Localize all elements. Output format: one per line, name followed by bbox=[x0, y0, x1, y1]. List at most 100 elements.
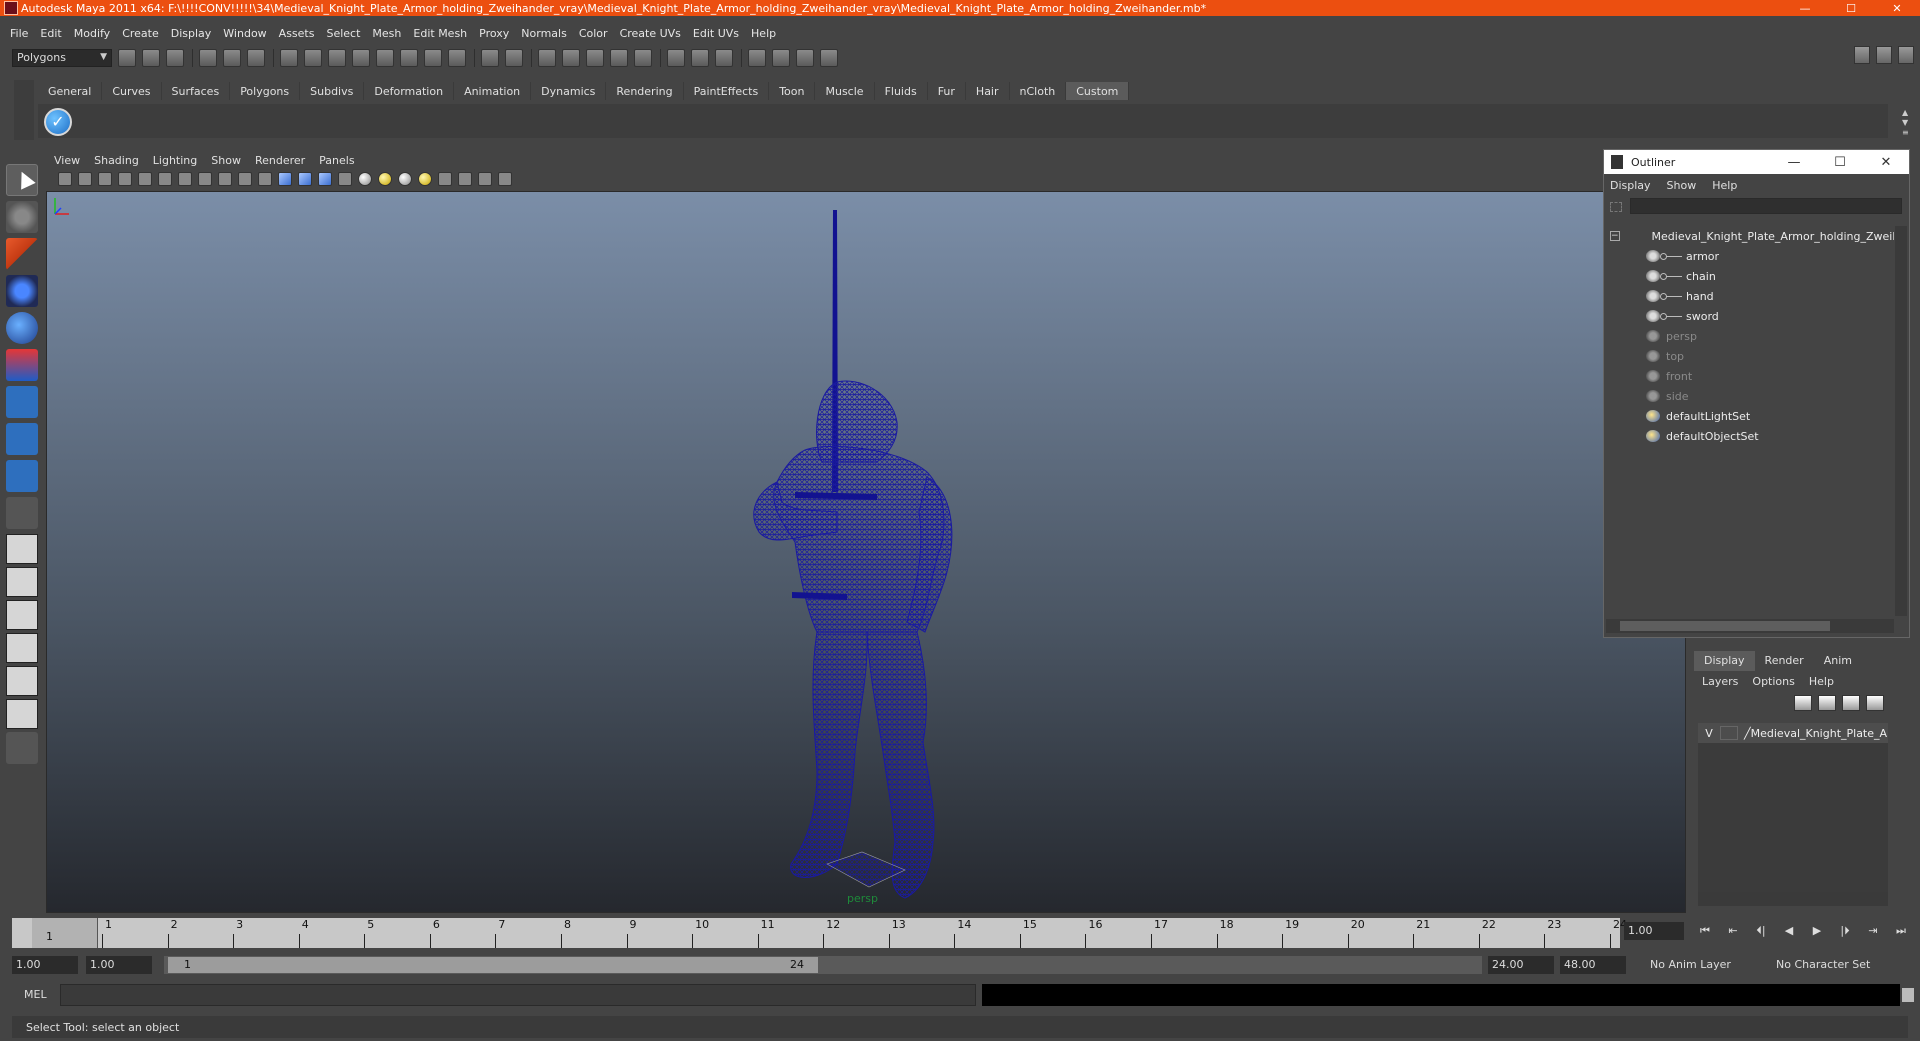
play-forwards-icon[interactable]: ▶ bbox=[1806, 924, 1828, 942]
textured-icon[interactable] bbox=[338, 172, 352, 186]
camera-attributes-icon[interactable] bbox=[78, 172, 92, 186]
menu-select[interactable]: Select bbox=[326, 27, 360, 40]
outliner-minimize-button[interactable]: — bbox=[1771, 155, 1817, 170]
gate-mask-icon[interactable] bbox=[198, 172, 212, 186]
shelf-tab-hair[interactable]: Hair bbox=[966, 82, 1010, 100]
all-lights-icon[interactable] bbox=[378, 172, 392, 186]
outliner-item-side[interactable]: side bbox=[1604, 386, 1894, 406]
select-tool-icon[interactable] bbox=[6, 164, 38, 196]
menu-create[interactable]: Create bbox=[122, 27, 159, 40]
layer-tab-anim[interactable]: Anim bbox=[1814, 651, 1862, 671]
show-manipulator-icon[interactable] bbox=[6, 460, 38, 492]
filter-options-icon[interactable] bbox=[1610, 202, 1622, 212]
select-camera-icon[interactable] bbox=[58, 172, 72, 186]
image-plane-icon[interactable] bbox=[118, 172, 132, 186]
maximize-button[interactable]: ☐ bbox=[1828, 0, 1874, 16]
menu-assets[interactable]: Assets bbox=[279, 27, 315, 40]
panel-menu-renderer[interactable]: Renderer bbox=[255, 154, 305, 167]
current-frame-marker[interactable]: 1 bbox=[32, 918, 98, 948]
rotate-tool-icon[interactable] bbox=[6, 312, 38, 344]
scrollbar-thumb[interactable] bbox=[1620, 621, 1830, 631]
outliner-menu-show[interactable]: Show bbox=[1667, 179, 1697, 192]
universal-manipulator-icon[interactable] bbox=[6, 386, 38, 418]
play-backwards-icon[interactable]: ◀ bbox=[1778, 924, 1800, 942]
outliner-close-button[interactable]: ✕ bbox=[1863, 155, 1909, 170]
shelf-tab-deformation[interactable]: Deformation bbox=[364, 82, 455, 100]
step-back-frame-icon[interactable]: ⏴| bbox=[1750, 924, 1772, 942]
xray-joints-icon[interactable] bbox=[478, 172, 492, 186]
snap-view-plane-icon[interactable] bbox=[610, 49, 628, 67]
make-live-icon[interactable] bbox=[634, 49, 652, 67]
wireframe-icon[interactable] bbox=[278, 172, 292, 186]
menu-color[interactable]: Color bbox=[579, 27, 608, 40]
snap-grid-icon[interactable] bbox=[538, 49, 556, 67]
layer-row[interactable]: V ╱ Medieval_Knight_Plate_A bbox=[1698, 723, 1888, 743]
ipr-render-icon[interactable] bbox=[796, 49, 814, 67]
layer-menu-options[interactable]: Options bbox=[1752, 675, 1794, 688]
layer-visibility-toggle[interactable]: V bbox=[1698, 727, 1720, 740]
collapse-icon[interactable]: − bbox=[1610, 231, 1620, 241]
menu-edit-mesh[interactable]: Edit Mesh bbox=[413, 27, 467, 40]
mask-rendering-icon[interactable] bbox=[424, 49, 442, 67]
layer-horizontal-scrollbar[interactable] bbox=[1698, 892, 1888, 906]
create-layer-from-selection-icon[interactable] bbox=[1866, 695, 1884, 711]
step-forward-key-icon[interactable]: ⇥ bbox=[1862, 924, 1884, 942]
shelf-tab-painteffects[interactable]: PaintEffects bbox=[684, 82, 770, 100]
last-tool-icon[interactable] bbox=[6, 497, 38, 529]
move-tool-icon[interactable] bbox=[6, 275, 38, 307]
select-object-icon[interactable] bbox=[223, 49, 241, 67]
snap-point-icon[interactable] bbox=[586, 49, 604, 67]
menu-window[interactable]: Window bbox=[223, 27, 266, 40]
mask-joints-icon[interactable] bbox=[304, 49, 322, 67]
outliner-item-defaultobjectset[interactable]: defaultObjectSet bbox=[1604, 426, 1894, 446]
command-input[interactable] bbox=[60, 984, 976, 1006]
snap-curve-icon[interactable] bbox=[562, 49, 580, 67]
menu-edit-uvs[interactable]: Edit UVs bbox=[693, 27, 739, 40]
create-empty-layer-icon[interactable] bbox=[1842, 695, 1860, 711]
layer-tab-display[interactable]: Display bbox=[1694, 651, 1755, 671]
character-set-dropdown[interactable]: No Character Set bbox=[1772, 956, 1882, 974]
range-slider[interactable]: 1 24 bbox=[164, 956, 1482, 974]
hypershade-layout-icon[interactable] bbox=[6, 666, 38, 696]
shelf-tab-toon[interactable]: Toon bbox=[769, 82, 816, 100]
outliner-vertical-scrollbar[interactable] bbox=[1895, 226, 1907, 616]
film-gate-icon[interactable] bbox=[158, 172, 172, 186]
output-ops-icon[interactable] bbox=[691, 49, 709, 67]
lock-selection-icon[interactable] bbox=[481, 49, 499, 67]
construction-history-icon[interactable] bbox=[715, 49, 733, 67]
toggle-tool-settings-icon[interactable] bbox=[1876, 46, 1892, 64]
outliner-item-hand[interactable]: hand bbox=[1604, 286, 1894, 306]
persp-graph-layout-icon[interactable] bbox=[6, 633, 38, 663]
shelf-tab-general[interactable]: General bbox=[38, 82, 103, 100]
shelf-tab-muscle[interactable]: Muscle bbox=[815, 82, 875, 100]
paint-select-tool-icon[interactable] bbox=[6, 238, 38, 270]
go-to-start-icon[interactable]: ⏮ bbox=[1694, 924, 1716, 942]
step-forward-frame-icon[interactable]: |⏵ bbox=[1834, 924, 1856, 942]
menu-create-uvs[interactable]: Create UVs bbox=[620, 27, 681, 40]
range-slider-thumb[interactable] bbox=[168, 957, 818, 973]
start-time-field[interactable]: 1.00 bbox=[12, 956, 78, 974]
mask-deformations-icon[interactable] bbox=[376, 49, 394, 67]
open-scene-icon[interactable] bbox=[142, 49, 160, 67]
input-ops-icon[interactable] bbox=[667, 49, 685, 67]
safe-action-icon[interactable] bbox=[238, 172, 252, 186]
checkmark-icon[interactable]: ✓ bbox=[44, 108, 72, 136]
shelf-tab-polygons[interactable]: Polygons bbox=[230, 82, 301, 100]
anim-layer-dropdown[interactable]: No Anim Layer bbox=[1646, 956, 1756, 974]
select-component-icon[interactable] bbox=[247, 49, 265, 67]
step-back-key-icon[interactable]: ⇤ bbox=[1722, 924, 1744, 942]
highlight-selection-icon[interactable] bbox=[505, 49, 523, 67]
move-layer-down-icon[interactable] bbox=[1818, 695, 1836, 711]
new-scene-icon[interactable] bbox=[118, 49, 136, 67]
render-current-icon[interactable] bbox=[772, 49, 790, 67]
outliner-item-sword[interactable]: sword bbox=[1604, 306, 1894, 326]
outliner-item-armor[interactable]: armor bbox=[1604, 246, 1894, 266]
select-hierarchy-icon[interactable] bbox=[199, 49, 217, 67]
xray-icon[interactable] bbox=[458, 172, 472, 186]
minimize-button[interactable]: — bbox=[1782, 0, 1828, 16]
persp-outliner-layout-icon[interactable] bbox=[6, 600, 38, 630]
menu-file[interactable]: File bbox=[10, 27, 28, 40]
command-language-label[interactable]: MEL bbox=[24, 988, 47, 1001]
soft-modification-icon[interactable] bbox=[6, 423, 38, 455]
shelf-tab-rendering[interactable]: Rendering bbox=[606, 82, 684, 100]
